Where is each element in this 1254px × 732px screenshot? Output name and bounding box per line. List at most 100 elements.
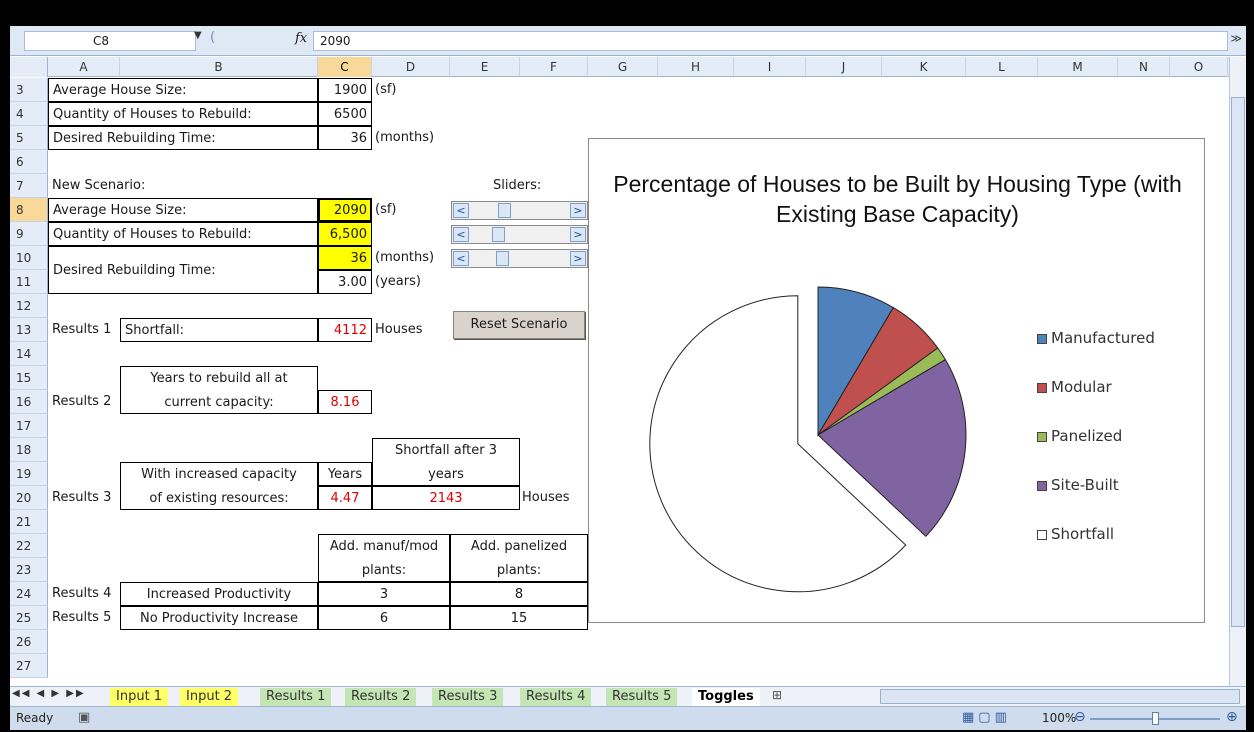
column-header-e[interactable]: E xyxy=(450,57,520,77)
row-header[interactable]: 8 xyxy=(10,198,48,222)
tab-input-1[interactable]: Input 1 xyxy=(110,688,169,706)
tab-results-3[interactable]: Results 3 xyxy=(432,688,504,706)
cell-d3[interactable]: (sf) xyxy=(375,78,397,102)
zoom-in-icon[interactable]: ⊕ xyxy=(1226,709,1238,725)
sheet-nav-arrows-icon[interactable]: ◀◀ ◀ ▶ ▶▶ xyxy=(12,688,86,699)
cell-c4[interactable]: 6500 xyxy=(318,102,372,126)
cell-f20[interactable]: Houses xyxy=(522,486,570,510)
cell-c11[interactable]: 3.00 xyxy=(318,270,372,294)
cell-c16[interactable]: 8.16 xyxy=(318,390,372,414)
cell-d20[interactable]: 2143 xyxy=(372,486,520,510)
column-header-m[interactable]: M xyxy=(1038,57,1118,77)
tab-results-2[interactable]: Results 2 xyxy=(345,688,417,706)
zoom-out-icon[interactable]: ⊖ xyxy=(1074,709,1086,725)
column-header-k[interactable]: K xyxy=(882,57,966,77)
cell-e22[interactable]: Add. panelized plants: xyxy=(450,534,588,582)
row-header[interactable]: 25 xyxy=(10,606,48,630)
column-header-j[interactable]: J xyxy=(806,57,882,77)
horizontal-scrollbar[interactable] xyxy=(880,689,1240,704)
column-header-n[interactable]: N xyxy=(1118,57,1170,77)
row-header[interactable]: 24 xyxy=(10,582,48,606)
cell-a7[interactable]: New Scenario: xyxy=(52,174,145,198)
name-box[interactable]: C8 xyxy=(24,31,196,51)
formula-function-icon[interactable]: ( xyxy=(210,30,215,45)
cell-b15[interactable]: Years to rebuild all at current capacity… xyxy=(120,366,318,414)
cell-b25[interactable]: No Productivity Increase xyxy=(120,606,318,630)
cell-c20[interactable]: 4.47 xyxy=(318,486,372,510)
insert-sheet-icon[interactable]: ⊞ xyxy=(772,688,782,702)
row-header[interactable]: 19 xyxy=(10,462,48,486)
row-header[interactable]: 13 xyxy=(10,318,48,342)
row-header[interactable]: 18 xyxy=(10,438,48,462)
rebuild-time-slider[interactable]: < > xyxy=(451,249,588,268)
view-mode-icons[interactable]: ▦▢▥ xyxy=(962,710,1011,725)
row-header[interactable]: 27 xyxy=(10,654,48,678)
chevron-down-icon[interactable]: ▼ xyxy=(194,30,202,41)
row-header[interactable]: 7 xyxy=(10,174,48,198)
row-header[interactable]: 10 xyxy=(10,246,48,270)
cell-e25[interactable]: 15 xyxy=(450,606,588,630)
column-header-g[interactable]: G xyxy=(588,57,658,77)
cell-e24[interactable]: 8 xyxy=(450,582,588,606)
cell-c8[interactable]: 2090 xyxy=(318,198,372,222)
column-header-a[interactable]: A xyxy=(48,57,120,77)
macro-record-icon[interactable]: ▣ xyxy=(78,710,90,725)
cell-c5[interactable]: 36 xyxy=(318,126,372,150)
house-size-slider[interactable]: < > xyxy=(451,201,588,220)
cell-c19[interactable]: Years xyxy=(318,462,372,486)
row-header[interactable]: 20 xyxy=(10,486,48,510)
column-header-f[interactable]: F xyxy=(520,57,588,77)
row-header[interactable]: 17 xyxy=(10,414,48,438)
cell-a13[interactable]: Results 1 xyxy=(52,318,111,342)
cell-b4[interactable]: Quantity of Houses to Rebuild: xyxy=(48,102,318,126)
tab-toggles[interactable]: Toggles xyxy=(692,688,760,706)
cell-c9[interactable]: 6,500 xyxy=(318,222,372,246)
pie-chart[interactable]: Percentage of Houses to be Built by Hous… xyxy=(588,138,1205,623)
cell-c22[interactable]: Add. manuf/mod plants: xyxy=(318,534,450,582)
expand-formula-icon[interactable]: ≫ xyxy=(1230,32,1242,45)
slider-thumb[interactable] xyxy=(498,203,511,218)
slider-right-arrow-icon[interactable]: > xyxy=(570,251,586,266)
cell-b13[interactable]: Shortfall: xyxy=(120,318,318,342)
row-header[interactable]: 23 xyxy=(10,558,48,582)
cell-a24[interactable]: Results 4 xyxy=(52,582,111,606)
vertical-scrollbar[interactable] xyxy=(1229,57,1246,687)
cell-c25[interactable]: 6 xyxy=(318,606,450,630)
cell-b24[interactable]: Increased Productivity xyxy=(120,582,318,606)
row-header[interactable]: 3 xyxy=(10,78,48,102)
cell-b9[interactable]: Quantity of Houses to Rebuild: xyxy=(48,222,318,246)
cell-c13[interactable]: 4112 xyxy=(318,318,372,342)
tab-input-2[interactable]: Input 2 xyxy=(180,688,239,706)
slider-thumb[interactable] xyxy=(496,251,509,266)
row-header[interactable]: 14 xyxy=(10,342,48,366)
row-header[interactable]: 15 xyxy=(10,366,48,390)
cell-b5[interactable]: Desired Rebuilding Time: xyxy=(48,126,318,150)
cell-a16[interactable]: Results 2 xyxy=(52,390,111,414)
row-header[interactable]: 9 xyxy=(10,222,48,246)
slider-left-arrow-icon[interactable]: < xyxy=(453,203,469,218)
slider-thumb[interactable] xyxy=(492,227,505,242)
vertical-scroll-thumb[interactable] xyxy=(1231,97,1245,627)
column-header-c[interactable]: C xyxy=(318,57,372,77)
row-header[interactable]: 21 xyxy=(10,510,48,534)
tab-results-5[interactable]: Results 5 xyxy=(606,688,678,706)
row-header[interactable]: 11 xyxy=(10,270,48,294)
slider-left-arrow-icon[interactable]: < xyxy=(453,227,469,242)
slider-left-arrow-icon[interactable]: < xyxy=(453,251,469,266)
tab-results-1[interactable]: Results 1 xyxy=(260,688,332,706)
column-header-b[interactable]: B xyxy=(120,57,318,77)
formula-input[interactable]: 2090 xyxy=(313,31,1228,51)
cell-b8[interactable]: Average House Size: xyxy=(48,198,318,222)
cell-d8[interactable]: (sf) xyxy=(375,198,397,222)
house-quantity-slider[interactable]: < > xyxy=(451,225,588,244)
cell-c10[interactable]: 36 xyxy=(318,246,372,270)
column-header-o[interactable]: O xyxy=(1170,57,1228,77)
cell-c24[interactable]: 3 xyxy=(318,582,450,606)
row-header[interactable]: 5 xyxy=(10,126,48,150)
cell-a25[interactable]: Results 5 xyxy=(52,606,111,630)
cell-a20[interactable]: Results 3 xyxy=(52,486,111,510)
tab-results-4[interactable]: Results 4 xyxy=(520,688,592,706)
row-header[interactable]: 6 xyxy=(10,150,48,174)
cell-d13[interactable]: Houses xyxy=(375,318,423,342)
cell-d11[interactable]: (years) xyxy=(375,270,421,294)
